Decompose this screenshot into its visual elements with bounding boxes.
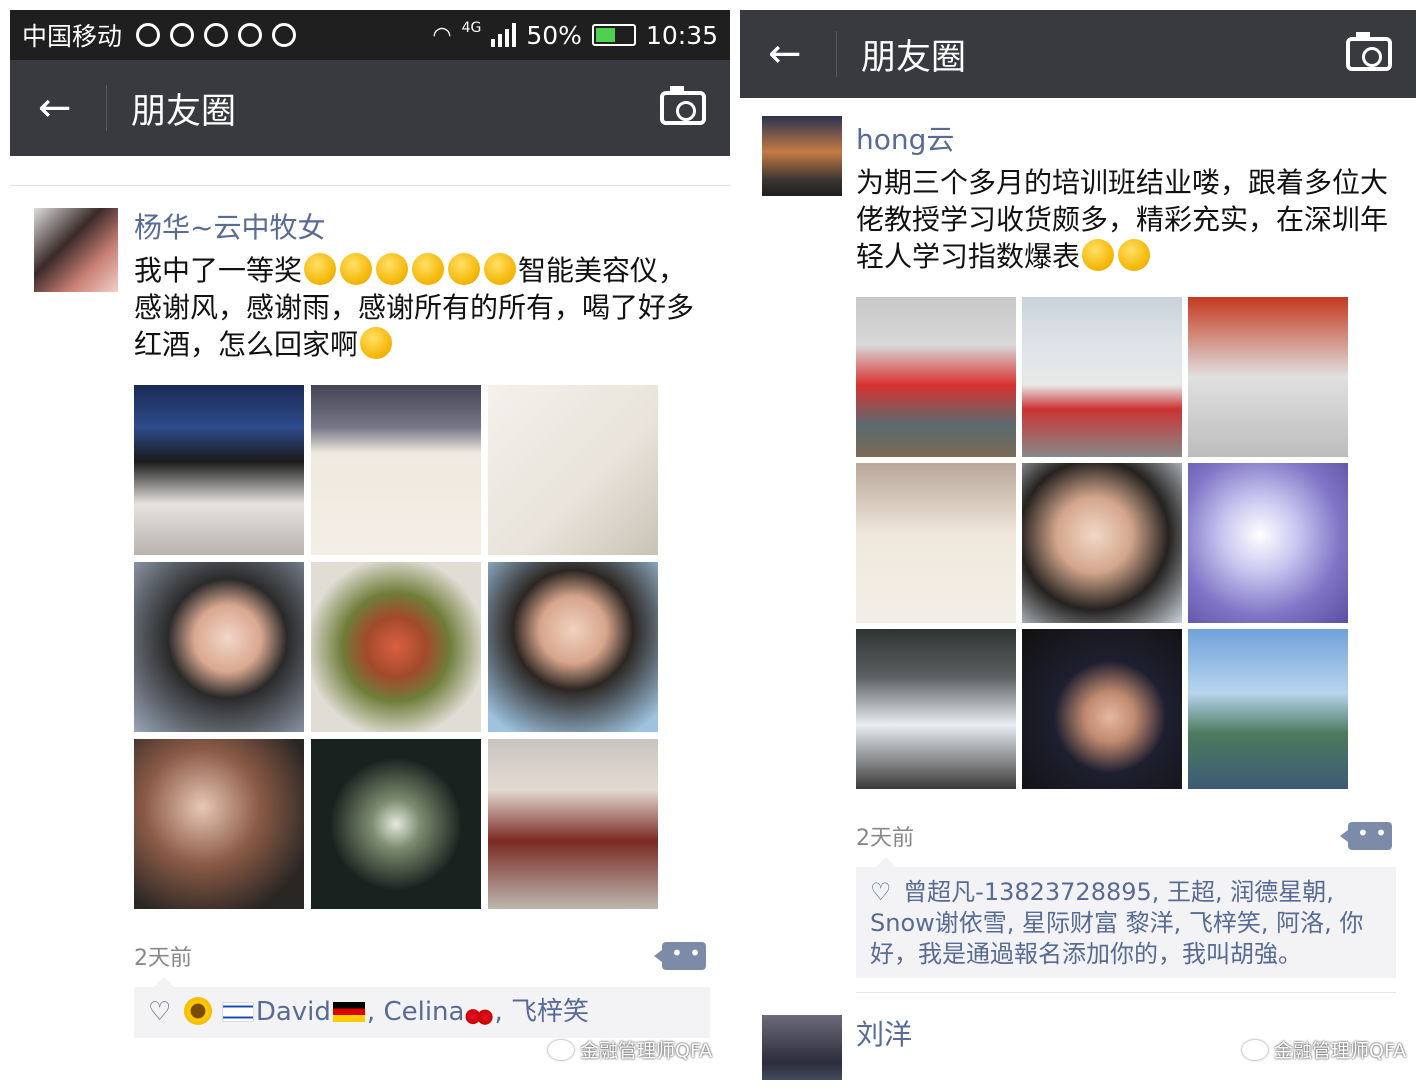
photo-selfie-with-wine[interactable]: [488, 562, 658, 732]
photo-group-with-teacher[interactable]: [1022, 297, 1182, 457]
post-author[interactable]: 杨华~云中牧女: [134, 208, 710, 248]
post-meta: 2天前: [856, 819, 1396, 853]
app-icon: [238, 23, 263, 47]
liker-name[interactable]: , 飞梓笑: [494, 997, 589, 1027]
clock: 10:35: [645, 20, 718, 50]
wechat-logo-icon: [1242, 1039, 1268, 1060]
signal-icon: [491, 23, 517, 47]
back-arrow-icon[interactable]: ←: [38, 85, 98, 131]
israel-flag-icon: [221, 1002, 254, 1022]
heart-icon: ♡: [148, 997, 172, 1027]
watermark: 金融管理师QFA: [1242, 1036, 1406, 1063]
app-icon: [170, 23, 195, 47]
nav-divider: [836, 31, 837, 77]
page-title: 朋友圈: [861, 37, 967, 78]
photo-salad[interactable]: [311, 562, 481, 732]
app-icon: [204, 23, 229, 47]
wechat-logo-icon: [548, 1039, 574, 1060]
right-screenshot: ← 朋友圈 hong云 为期三个多月的培训班结业喽，跟着多位大佬教授学习收货颇多…: [740, 10, 1416, 1080]
grin-emoji-icon: [340, 253, 373, 285]
grin-emoji-icon: [484, 253, 517, 285]
status-bar: 中国移动 ◠ 4G 50% 10:35: [10, 10, 730, 60]
moments-feed: 杨华~云中牧女 我中了一等奖 智能美容仪，感谢风，感谢雨，感谢所有的所有，喝了好多…: [10, 156, 730, 1038]
photo-book-cover[interactable]: [311, 385, 481, 555]
comment-more-icon[interactable]: [654, 941, 706, 970]
tears-of-joy-emoji-icon: [360, 327, 393, 359]
photo-purple-tunnel[interactable]: [1188, 463, 1348, 623]
page-title: 朋友圈: [131, 91, 237, 132]
post-text: 我中了一等奖 智能美容仪，感谢风，感谢雨，感谢所有的所有，喝了好多红酒，怎么回家啊: [134, 253, 695, 361]
notification-icons: [136, 23, 297, 47]
battery-percent: 50%: [526, 20, 582, 50]
photo-two-girls-selfie[interactable]: [1022, 463, 1182, 623]
thinking-emoji-icon: [1118, 239, 1151, 271]
carrier-label: 中国移动: [22, 22, 123, 51]
sunflower-emoji-icon: [183, 997, 212, 1025]
photo-group[interactable]: [856, 297, 1016, 457]
nav-divider: [106, 85, 107, 131]
post-time: 2天前: [134, 946, 192, 971]
grin-emoji-icon: [448, 253, 481, 285]
previous-post-edge: [10, 156, 730, 186]
back-arrow-icon[interactable]: ←: [768, 31, 828, 77]
photo-classroom-dinner[interactable]: [1188, 297, 1348, 457]
network-label: 4G: [461, 20, 482, 36]
post-text: 为期三个多月的培训班结业喽，跟着多位大佬教授学习收货颇多，精彩充实，在深圳年轻人…: [856, 166, 1389, 273]
app-icon: [272, 23, 297, 47]
liker-name[interactable]: , Celina: [367, 997, 465, 1027]
app-icon: [136, 23, 161, 47]
watermark: 金融管理师QFA: [548, 1036, 712, 1063]
post-time: 2天前: [856, 826, 914, 851]
photo-signed-page[interactable]: [488, 385, 658, 555]
post-author[interactable]: hong云: [856, 120, 1396, 160]
battery-icon: [591, 24, 636, 46]
likes-panel: ♡ 曾超凡-13823728895, 王超, 润德星朝, Snow谢依雪, 星际…: [856, 857, 1396, 978]
moment-post: 杨华~云中牧女 我中了一等奖 智能美容仪，感谢风，感谢雨，感谢所有的所有，喝了好多…: [10, 186, 730, 1038]
photo-book-cover[interactable]: [1022, 629, 1182, 789]
photo-certificate[interactable]: [856, 463, 1016, 623]
camera-icon[interactable]: [1346, 32, 1392, 71]
germany-flag-icon: [332, 1002, 365, 1022]
avatar[interactable]: [34, 208, 118, 292]
avatar[interactable]: [762, 116, 842, 196]
photo-white-flowers[interactable]: [311, 739, 481, 909]
photo-city-skyline[interactable]: [1188, 629, 1348, 789]
photo-banquet-hall[interactable]: [134, 385, 304, 555]
left-screenshot: 中国移动 ◠ 4G 50% 10:35 ← 朋友圈 杨华~云中牧女 我中了一等奖…: [10, 10, 730, 1080]
top-nav-bar: ← 朋友圈: [740, 10, 1416, 98]
top-nav-bar: ← 朋友圈: [10, 60, 730, 156]
photo-grid: [134, 385, 710, 909]
liker-names[interactable]: 曾超凡-13823728895, 王超, 润德星朝, Snow谢依雪, 星际财富…: [870, 878, 1363, 968]
post-meta: 2天前: [134, 939, 710, 973]
photo-selfie-with-gift[interactable]: [134, 562, 304, 732]
photo-wine-toast[interactable]: [488, 739, 658, 909]
moment-post: hong云 为期三个多月的培训班结业喽，跟着多位大佬教授学习收货颇多，精彩充实，…: [740, 98, 1416, 993]
wifi-icon: ◠: [432, 22, 452, 48]
photo-grid: [856, 297, 1396, 789]
avatar[interactable]: [762, 1015, 842, 1080]
moments-feed: hong云 为期三个多月的培训班结业喽，跟着多位大佬教授学习收货颇多，精彩充实，…: [740, 98, 1416, 1080]
cherry-emoji-icon: [464, 997, 495, 1025]
grin-emoji-icon: [304, 253, 337, 285]
heart-icon: ♡: [870, 878, 892, 906]
photo-two-friends[interactable]: [134, 739, 304, 909]
grin-emoji-icon: [376, 253, 409, 285]
likes-panel: ♡ David , Celina , 飞梓笑: [134, 977, 710, 1038]
photo-lecture-screen[interactable]: [856, 629, 1016, 789]
liker-name[interactable]: David: [256, 997, 331, 1027]
grin-emoji-icon: [412, 253, 445, 285]
comment-more-icon[interactable]: [1340, 821, 1392, 850]
thinking-emoji-icon: [1082, 239, 1115, 271]
camera-icon[interactable]: [660, 86, 706, 125]
